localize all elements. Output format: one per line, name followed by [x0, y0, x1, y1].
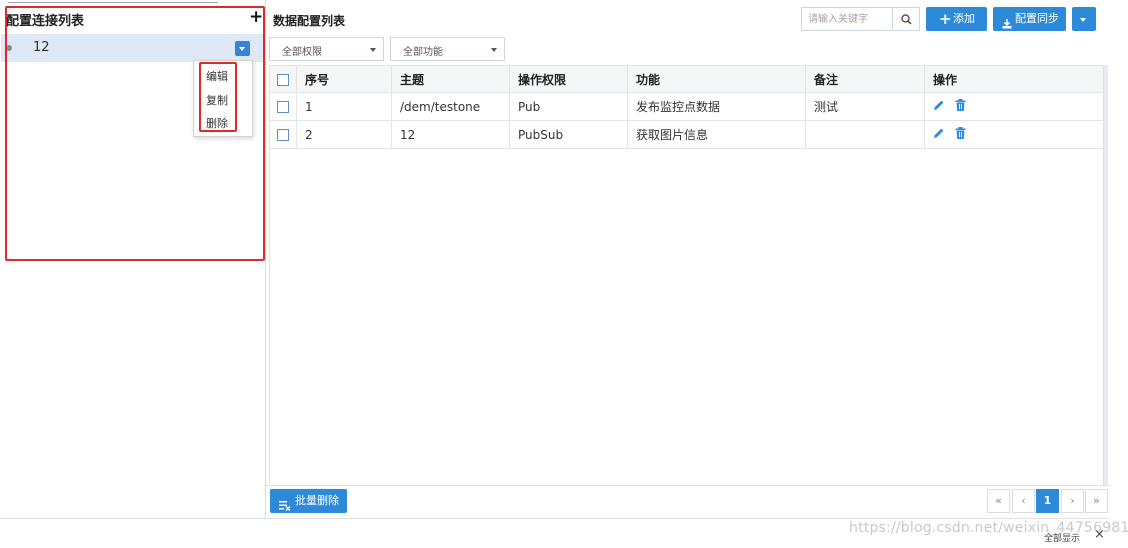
- table-empty-area: [269, 149, 1104, 484]
- connection-list-title: 配置连接列表: [6, 14, 85, 29]
- show-all-link[interactable]: 全部显示: [1044, 531, 1080, 544]
- close-icon[interactable]: ×: [1094, 527, 1105, 542]
- cell-function: 获取图片信息: [627, 120, 806, 149]
- context-menu-delete[interactable]: 删除: [206, 115, 228, 131]
- connection-list-panel: 配置连接列表 + 12 编辑 复制 删除: [0, 0, 266, 518]
- trash-icon[interactable]: [955, 127, 966, 142]
- cell-topic: /dem/testone: [391, 92, 510, 121]
- row-checkbox[interactable]: [277, 129, 289, 141]
- bottom-divider: [0, 518, 1110, 519]
- edit-icon[interactable]: [933, 99, 945, 114]
- connection-context-menu: 编辑 复制 删除: [193, 60, 253, 137]
- chevron-down-icon: [491, 48, 497, 52]
- pagination-first[interactable]: «: [987, 489, 1010, 513]
- cell-permission: Pub: [509, 92, 628, 121]
- table-row: 2 12 PubSub 获取图片信息: [269, 120, 1106, 149]
- cell-index: 1: [296, 92, 392, 121]
- header-topic: 主题: [391, 65, 510, 93]
- edit-icon[interactable]: [933, 127, 945, 142]
- cell-note: 测试: [805, 92, 925, 121]
- cell-actions: [924, 92, 1106, 121]
- panel-top-border: [8, 2, 218, 3]
- list-remove-icon: [279, 496, 291, 520]
- header-function: 功能: [627, 65, 806, 93]
- config-sync-dropdown-toggle[interactable]: [1072, 7, 1096, 31]
- data-config-table: 序号 主题 操作权限 功能 备注 操作 1 /dem/testone Pub 发…: [269, 65, 1106, 149]
- search-input[interactable]: [808, 8, 894, 30]
- header-actions: 操作: [924, 65, 1106, 93]
- cell-function: 发布监控点数据: [627, 92, 806, 121]
- pagination-next[interactable]: ›: [1061, 489, 1084, 513]
- table-header-row: 序号 主题 操作权限 功能 备注 操作: [269, 65, 1106, 93]
- connection-list-item[interactable]: 12: [1, 34, 263, 62]
- connection-item-menu-button[interactable]: [235, 41, 250, 56]
- footer-divider: [266, 485, 1110, 486]
- cell-topic: 12: [391, 120, 510, 149]
- pagination-page-1[interactable]: 1: [1036, 489, 1059, 513]
- app-root: 配置连接列表 + 12 编辑 复制 删除 数据配置列表 + 添加: [0, 0, 1128, 548]
- permission-filter-select[interactable]: 全部权限: [269, 37, 384, 61]
- download-icon: [1002, 14, 1012, 38]
- table-scrollbar[interactable]: [1103, 65, 1108, 485]
- config-sync-button[interactable]: 配置同步: [993, 7, 1066, 31]
- search-icon: [901, 14, 912, 25]
- search-field[interactable]: [801, 7, 894, 31]
- context-menu-edit[interactable]: 编辑: [206, 68, 228, 84]
- add-button[interactable]: + 添加: [926, 7, 987, 31]
- watermark-text: https://blog.csdn.net/weixin_44756981: [849, 520, 1128, 536]
- cell-actions: [924, 120, 1106, 149]
- function-filter-select[interactable]: 全部功能: [390, 37, 505, 61]
- header-index: 序号: [296, 65, 392, 93]
- batch-delete-button[interactable]: 批量删除: [270, 489, 347, 513]
- connection-item-label: 12: [33, 40, 50, 55]
- bullet-dot-icon: [6, 45, 12, 51]
- search-button[interactable]: [893, 7, 920, 31]
- cell-index: 2: [296, 120, 392, 149]
- add-connection-plus-icon[interactable]: +: [249, 7, 263, 27]
- cell-permission: PubSub: [509, 120, 628, 149]
- select-all-cell: [269, 65, 297, 93]
- select-all-checkbox[interactable]: [277, 73, 289, 86]
- context-menu-copy[interactable]: 复制: [206, 92, 228, 108]
- trash-icon[interactable]: [955, 99, 966, 114]
- header-permission: 操作权限: [509, 65, 628, 93]
- row-checkbox[interactable]: [277, 101, 289, 113]
- table-row: 1 /dem/testone Pub 发布监控点数据 测试: [269, 92, 1106, 121]
- plus-icon: +: [939, 10, 952, 28]
- pagination-last[interactable]: »: [1085, 489, 1108, 513]
- chevron-down-icon: [370, 48, 376, 52]
- data-config-list-title: 数据配置列表: [273, 14, 346, 28]
- cell-note: [805, 120, 925, 149]
- header-note: 备注: [805, 65, 925, 93]
- pagination-prev[interactable]: ‹: [1012, 489, 1035, 513]
